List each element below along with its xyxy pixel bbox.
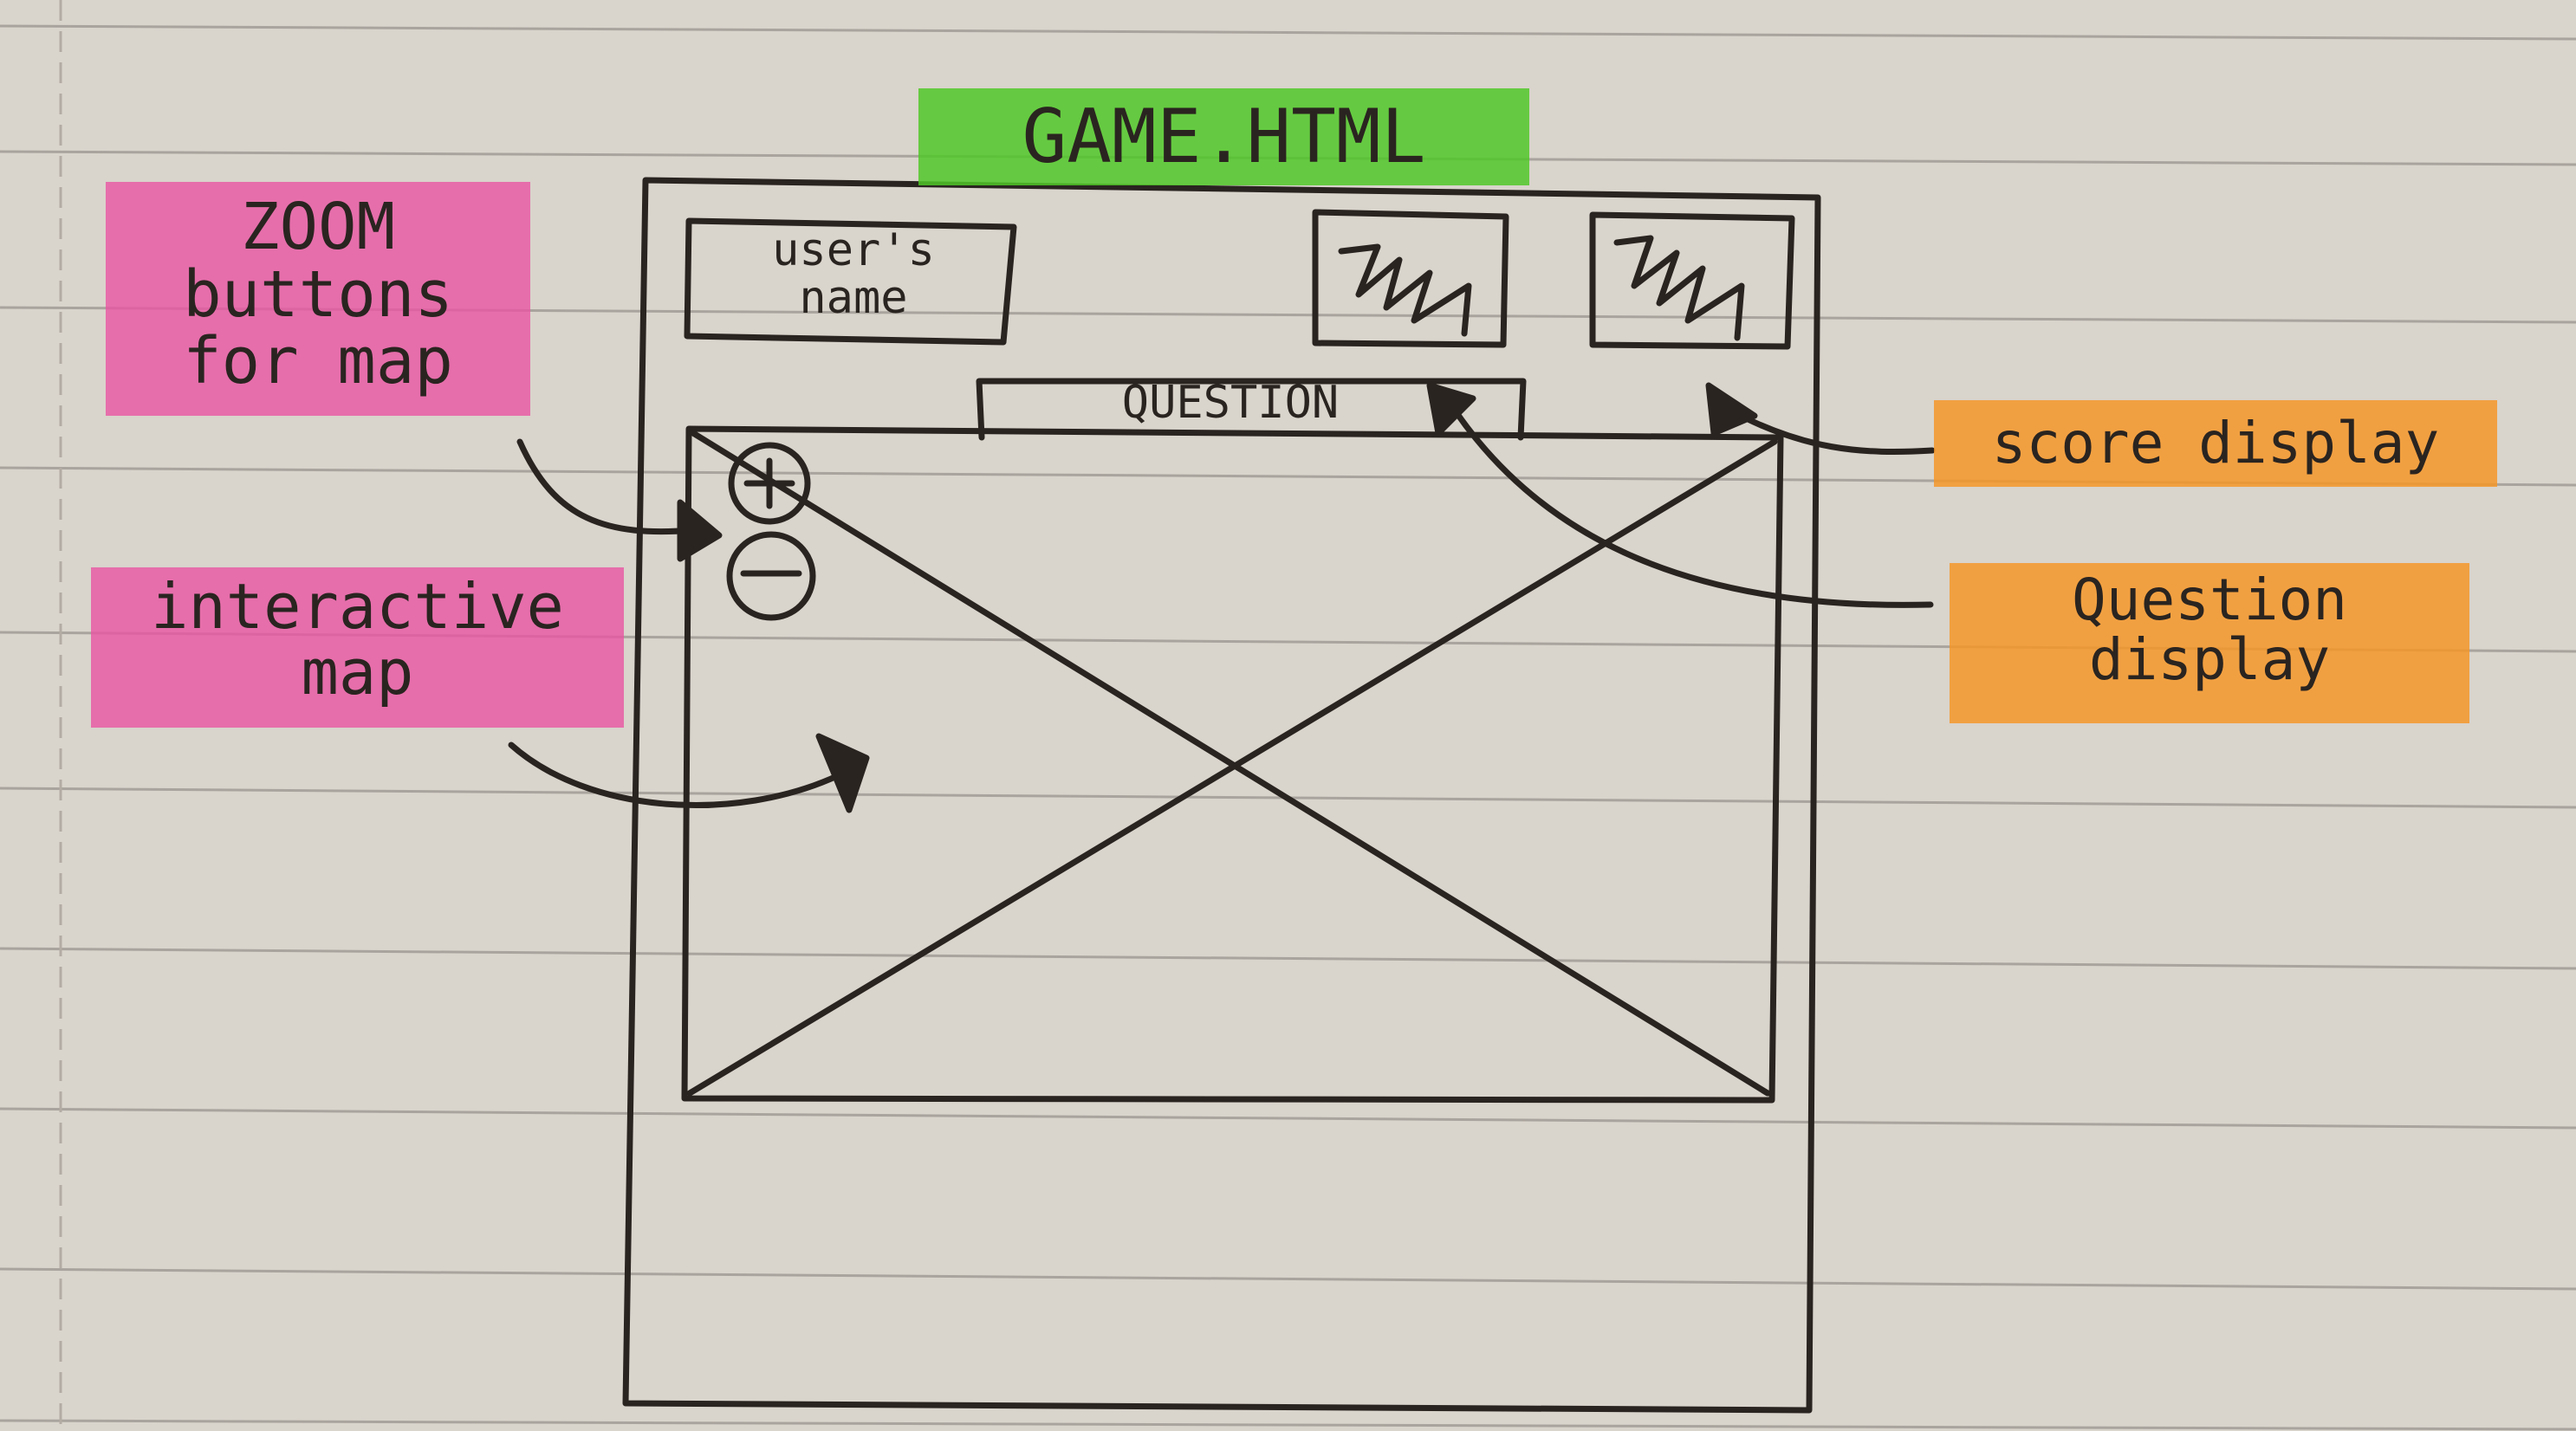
zoom-arrow [516,438,697,535]
zoom-arrow-head [677,499,723,562]
question-display-label: Question display [1950,563,2469,723]
score-display-label: score display [1934,400,2497,487]
question-arrow [1452,408,1934,608]
question-label: QUESTION [1121,377,1340,429]
map-arrow [508,741,842,809]
image-placeholder-1 [1312,209,1509,348]
image-placeholder-2 [1589,211,1795,350]
interactive-map-label: interactive map [91,567,624,728]
zoom-buttons-label: ZOOM buttons for map [106,182,530,416]
map-arrow-head [815,733,870,813]
score-arrow-head [1705,382,1758,437]
username-label: user's name [772,224,935,324]
page-title: GAME.HTML [918,88,1529,185]
